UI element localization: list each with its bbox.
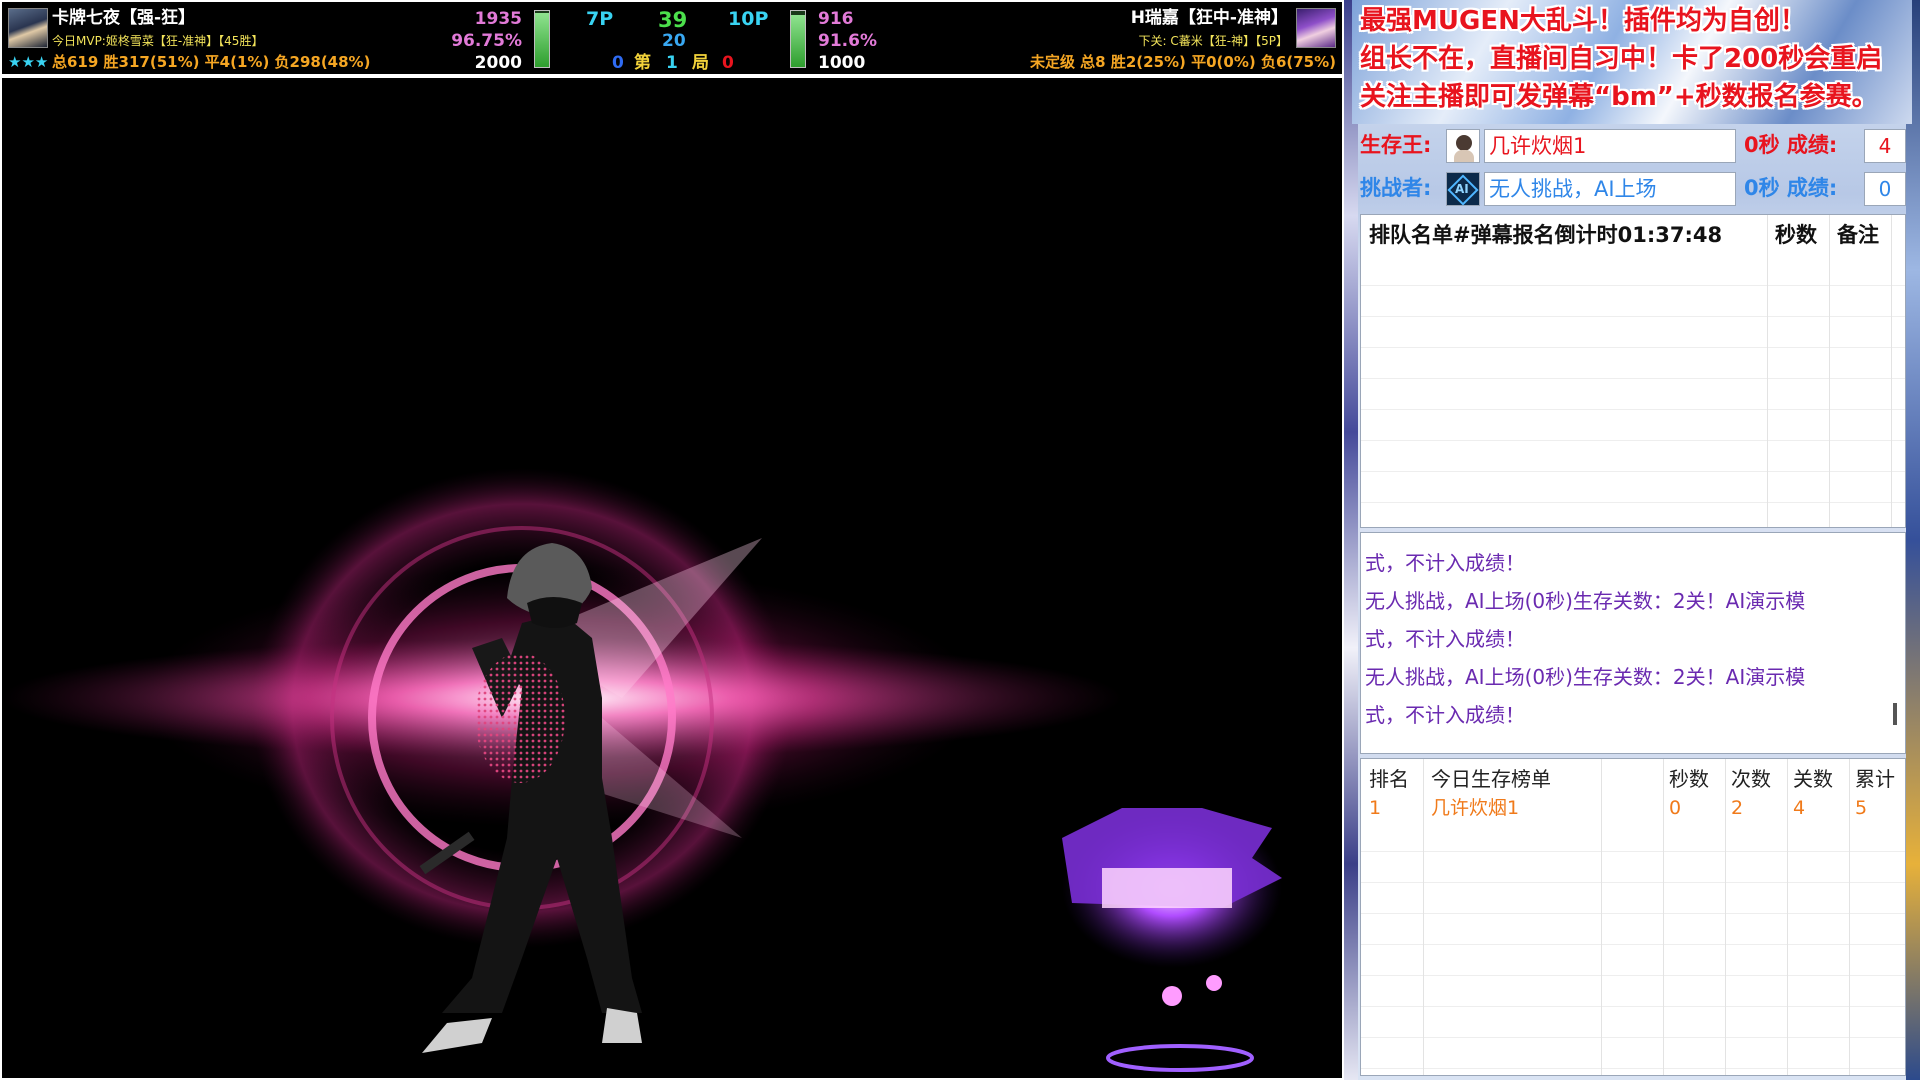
announcement-banner: 最强MUGEN大乱斗！插件均为自创！ 组长不在，直播间自习中！卡了200秒会重启… (1352, 0, 1912, 124)
round-word-2: 局 (692, 53, 709, 73)
player2-slot-label: 10P (728, 8, 769, 30)
ranking-cell: 几许炊烟1 (1431, 797, 1520, 819)
challenger-stat: 0秒 成绩: (1744, 176, 1838, 200)
player1-stars: ★★★ (8, 53, 49, 71)
ranking-cell: 1 (1369, 797, 1382, 819)
banner-line-1: 最强MUGEN大乱斗！插件均为自创！ (1360, 6, 1806, 36)
survival-ranking-table: 排名 今日生存榜单 秒数 次数 关数 累计 1 几许炊烟1 0 2 4 5 (1360, 758, 1906, 1076)
ranking-cell: 2 (1731, 797, 1744, 819)
player2-portrait (1296, 8, 1336, 48)
round-score-right: 0 (722, 53, 734, 73)
survivor-name: 几许炊烟1 (1484, 129, 1736, 163)
ranking-cell: 4 (1793, 797, 1806, 819)
round-timer: 39 (658, 8, 688, 32)
queue-header-name: 排队名单#弹幕报名倒计时01:37:48 (1369, 223, 1723, 247)
player2-power-fill (791, 15, 805, 67)
player1-life-percent: 96.75% (451, 31, 522, 51)
survivor-stat: 0秒 成绩: (1744, 133, 1838, 157)
ranking-header: 累计 (1855, 767, 1895, 791)
player2-fighter (1062, 808, 1282, 1072)
challenger-label: 挑战者: (1360, 176, 1432, 200)
player1-power-fill (535, 12, 549, 67)
ranking-header: 关数 (1793, 767, 1833, 791)
banner-line-2: 组长不在，直播间自习中！卡了200秒会重启 (1360, 44, 1883, 74)
player2-life-value: 916 (818, 9, 854, 29)
queue-header-note: 备注 (1837, 223, 1879, 247)
ranking-header: 秒数 (1669, 767, 1709, 791)
player1-slot-label: 7P (586, 8, 614, 30)
player1-name: 卡牌七夜【强-狂】 (52, 8, 196, 28)
log-line: 式，不计入成绩！ (1365, 551, 1525, 575)
user-avatar-icon (1446, 129, 1480, 163)
center-sub-number: 20 (662, 31, 686, 51)
game-hud: 卡牌七夜【强-狂】 今日MVP:姬柊雪菜【狂-准神】【45胜】 ★★★ 总619… (0, 0, 1344, 76)
survivor-label: 生存王: (1360, 133, 1432, 157)
player1-life-value: 1935 (474, 9, 522, 29)
queue-header-seconds: 秒数 (1775, 223, 1817, 247)
queue-list: 排队名单#弹幕报名倒计时01:37:48 秒数 备注 (1360, 214, 1906, 528)
player1-record: 总619 胜317(51%) 平4(1%) 负298(48%) (52, 53, 371, 71)
player2-life-percent: 91.6% (818, 31, 877, 51)
log-line: 无人挑战，AI上场(0秒)生存关数：2关！AI演示模 (1365, 665, 1806, 689)
player2-name: H瑞嘉【狂中-准神】 (1130, 8, 1288, 28)
event-log[interactable]: 式，不计入成绩！ 无人挑战，AI上场(0秒)生存关数：2关！AI演示模 式，不计… (1360, 532, 1906, 754)
challenger-row: 挑战者: AI 无人挑战，AI上场 0秒 成绩: 0 (1356, 170, 1912, 208)
player1-power-bar (534, 10, 550, 68)
player2-life-max: 1000 (818, 53, 866, 73)
mvp-text: 今日MVP:姬柊雪菜【狂-准神】【45胜】 (52, 34, 264, 48)
banner-line-3: 关注主播即可发弹幕“bm”+秒数报名参赛。 (1360, 82, 1878, 112)
fight-arena (2, 78, 1342, 1078)
challenger-name: 无人挑战，AI上场 (1484, 172, 1736, 206)
log-line: 式，不计入成绩！ (1365, 627, 1525, 651)
round-score-left: 0 (612, 53, 624, 73)
player1-portrait (8, 8, 48, 48)
player2-power-bar (790, 10, 806, 68)
game-screen: 卡牌七夜【强-狂】 今日MVP:姬柊雪菜【狂-准神】【45胜】 ★★★ 总619… (0, 0, 1344, 1080)
ranking-header: 次数 (1731, 767, 1771, 791)
log-line: 无人挑战，AI上场(0秒)生存关数：2关！AI演示模 (1365, 589, 1806, 613)
ranking-header: 今日生存榜单 (1431, 767, 1551, 791)
log-scrollbar[interactable] (1893, 703, 1897, 725)
ranking-cell: 5 (1855, 797, 1868, 819)
round-number: 1 (666, 53, 678, 73)
survivor-score: 4 (1864, 129, 1906, 163)
log-line: 式，不计入成绩！ (1365, 703, 1525, 727)
fight-scene (2, 468, 1282, 1072)
stream-side-panel: 最强MUGEN大乱斗！插件均为自创！ 组长不在，直播间自习中！卡了200秒会重启… (1344, 0, 1920, 1080)
player2-record: 未定级 总8 胜2(25%) 平0(0%) 负6(75%) (1029, 53, 1336, 71)
ranking-header: 排名 (1369, 767, 1409, 791)
survivor-king-row: 生存王: 几许炊烟1 0秒 成绩: 4 (1356, 127, 1912, 165)
next-stage-text: 下关: C蕃米【狂-神】【5P】 (1138, 34, 1288, 48)
ranking-cell: 0 (1669, 797, 1682, 819)
challenger-score: 0 (1864, 172, 1906, 206)
round-word-1: 第 (634, 53, 651, 73)
player1-life-max: 2000 (474, 53, 522, 73)
ai-icon: AI (1446, 172, 1480, 206)
